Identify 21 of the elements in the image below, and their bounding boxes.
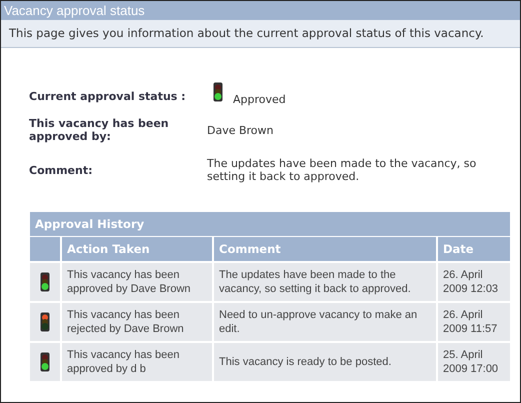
window-title: Vacancy approval status	[1, 1, 520, 20]
column-header: Comment	[213, 236, 437, 262]
intro-text: This page gives you information about the current approval status of this vacancy.	[1, 20, 520, 48]
field-value: Approved	[233, 92, 286, 106]
table-cell: 25. April 2009 17:00	[437, 342, 510, 382]
field-value: Dave Brown	[207, 124, 274, 136]
table-cell: The updates have been made to the vacancy, so setting it back to approved.	[213, 262, 437, 302]
table-cell: 26. April 2009 12:03	[437, 262, 510, 302]
field-label: This vacancy has been approved by:	[29, 116, 170, 145]
table-cell: This vacancy has been rejected by Dave Brown	[61, 302, 213, 342]
table-cell: This vacancy has been approved by Dave Brown	[61, 262, 213, 302]
field-label: Current approval status :	[29, 88, 187, 104]
column-header: Action Taken	[61, 236, 213, 262]
column-header: Date	[437, 236, 510, 262]
field-value: The updates have been made to the vacancy, so setting it back to approved.	[207, 157, 478, 183]
table-title: Approval History	[30, 212, 510, 236]
table-cell: Need to un-approve vacancy to make an edit.	[213, 302, 437, 342]
table-cell: This vacancy has been approved by d b	[61, 342, 213, 382]
table-cell: 26. April 2009 11:57	[437, 302, 510, 342]
field-label: Comment:	[29, 162, 94, 178]
table-cell: This vacancy is ready to be posted.	[213, 342, 437, 382]
